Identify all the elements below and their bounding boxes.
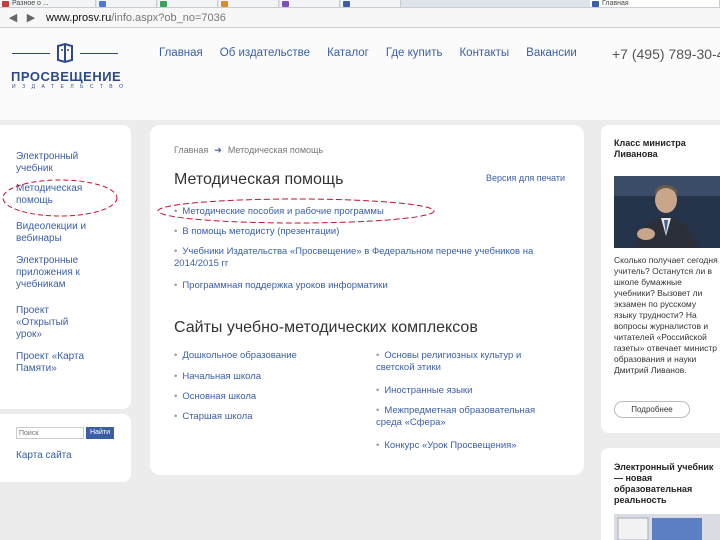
list-item[interactable]: • Основы религиозных культур и светской э… bbox=[376, 350, 556, 374]
nav-catalog[interactable]: Каталог bbox=[327, 47, 369, 59]
list-item[interactable]: • Методические пособия и рабочие программ… bbox=[174, 206, 384, 218]
news-title-2[interactable]: Электронный учебник — новая образователь… bbox=[614, 462, 720, 506]
sidebar-item-e-textbook[interactable]: Электронный учебник bbox=[16, 151, 86, 175]
tab-favicon-icon bbox=[343, 1, 350, 7]
news-title[interactable]: Класс министра Ливанова bbox=[614, 138, 720, 160]
sitemap-link[interactable]: Карта сайта bbox=[16, 450, 72, 461]
bullet-icon: • bbox=[174, 371, 178, 382]
sidebar-item-open-lesson[interactable]: Проект «Открытый урок» bbox=[16, 305, 96, 341]
bullet-icon: • bbox=[174, 206, 178, 217]
nav-contacts[interactable]: Контакты bbox=[459, 47, 509, 59]
e-textbook-preview-icon bbox=[617, 517, 702, 540]
top-navigation: Главная Об издательстве Каталог Где купи… bbox=[159, 47, 594, 59]
list-item[interactable]: • Начальная школа bbox=[174, 371, 261, 383]
forward-arrow-icon[interactable]: ▶ bbox=[24, 11, 38, 25]
minister-photo[interactable] bbox=[614, 176, 720, 248]
logo-name[interactable]: ПРОСВЕЩЕНИЕ bbox=[11, 69, 121, 84]
url-field[interactable]: www.prosv.ru/info.aspx?ob_no=7036 bbox=[46, 11, 226, 25]
browser-tab[interactable] bbox=[280, 0, 340, 7]
phone-number: +7 (495) 789-30-4 bbox=[612, 46, 720, 62]
nav-where-to-buy[interactable]: Где купить bbox=[386, 47, 443, 59]
news-text: Сколько получает сегодня учитель? Остану… bbox=[614, 255, 718, 375]
browser-tab-strip: Разное о ... Главная bbox=[0, 0, 720, 8]
right-sidebar: Класс министра Ливанова Сколько получает… bbox=[601, 125, 720, 433]
browser-tab[interactable]: Разное о ... bbox=[0, 0, 96, 7]
breadcrumb: Главная ➔ Методическая помощь bbox=[174, 145, 323, 156]
minister-portrait-icon bbox=[614, 176, 720, 248]
more-button[interactable]: Подробнее bbox=[614, 401, 690, 418]
sidebar-item-methodical-help[interactable]: Методическая помощь bbox=[16, 183, 106, 207]
tab-favicon-icon bbox=[592, 1, 599, 7]
browser-tab[interactable] bbox=[219, 0, 279, 7]
bullet-icon: • bbox=[174, 246, 178, 257]
browser-tab[interactable] bbox=[341, 0, 401, 7]
breadcrumb-current: Методическая помощь bbox=[227, 145, 324, 155]
list-item[interactable]: • В помощь методисту (презентации) bbox=[174, 226, 339, 238]
logo-line-left bbox=[12, 53, 50, 54]
list-item[interactable]: • Старшая школа bbox=[174, 411, 252, 423]
bullet-icon: • bbox=[376, 405, 380, 416]
tab-favicon-icon bbox=[221, 1, 228, 7]
sidebar-item-memory-map[interactable]: Проект «Карта Памяти» bbox=[16, 351, 96, 375]
logo-subtitle: ИЗДАТЕЛЬСТВО bbox=[12, 84, 130, 90]
tab-favicon-icon bbox=[160, 1, 167, 7]
bullet-icon: • bbox=[174, 391, 178, 402]
print-version-link[interactable]: Версия для печати bbox=[486, 173, 565, 183]
sidebar-item-e-supplements[interactable]: Электронные приложения к учебникам bbox=[16, 255, 106, 291]
page-title: Методическая помощь bbox=[174, 171, 344, 188]
bullet-icon: • bbox=[174, 411, 178, 422]
search-input[interactable] bbox=[16, 427, 84, 439]
browser-tab[interactable] bbox=[97, 0, 157, 7]
bullet-icon: • bbox=[174, 226, 178, 237]
list-item[interactable]: • Дошкольное образование bbox=[174, 350, 297, 362]
bullet-icon: • bbox=[174, 350, 178, 361]
right-sidebar-block-2: Электронный учебник — новая образователь… bbox=[601, 448, 720, 540]
logo-line-right bbox=[80, 53, 118, 54]
list-item[interactable]: • Конкурс «Урок Просвещения» bbox=[376, 440, 517, 452]
browser-tab[interactable] bbox=[158, 0, 218, 7]
left-sidebar: Электронный учебник Методическая помощь … bbox=[0, 125, 131, 409]
sidebar-search: Найти Карта сайта bbox=[0, 414, 131, 482]
prosveshchenie-logo-icon[interactable] bbox=[54, 42, 76, 64]
main-content: Главная ➔ Методическая помощь Методическая… bbox=[150, 125, 584, 475]
nav-about[interactable]: Об издательстве bbox=[220, 47, 310, 59]
browser-tab-active[interactable]: Главная bbox=[590, 0, 720, 7]
list-item[interactable]: • Основная школа bbox=[174, 391, 256, 403]
nav-home[interactable]: Главная bbox=[159, 47, 203, 59]
tab-favicon-icon bbox=[282, 1, 289, 7]
section-title: Сайты учебно-методических комплексов bbox=[174, 319, 478, 336]
site-header: ПРОСВЕЩЕНИЕ ИЗДАТЕЛЬСТВО Главная Об изда… bbox=[0, 28, 720, 120]
breadcrumb-arrow-icon: ➔ bbox=[214, 145, 222, 155]
breadcrumb-home[interactable]: Главная bbox=[174, 145, 208, 155]
nav-vacancies[interactable]: Вакансии bbox=[526, 47, 577, 59]
list-item[interactable]: • Иностранные языки bbox=[376, 385, 472, 397]
sidebar-item-video-lectures[interactable]: Видеолекции и вебинары bbox=[16, 221, 116, 245]
list-item[interactable]: • Учебники Издательства «Просвещение» в Ф… bbox=[174, 246, 544, 270]
bullet-icon: • bbox=[174, 280, 178, 291]
e-textbook-thumbnail[interactable] bbox=[614, 514, 720, 540]
address-bar: ◀ ▶ www.prosv.ru/info.aspx?ob_no=7036 bbox=[0, 8, 720, 28]
tab-favicon-icon bbox=[99, 1, 106, 7]
search-button[interactable]: Найти bbox=[86, 427, 114, 439]
tab-favicon-icon bbox=[2, 1, 9, 7]
bullet-icon: • bbox=[376, 385, 380, 396]
bullet-icon: • bbox=[376, 440, 380, 451]
bullet-icon: • bbox=[376, 350, 380, 361]
back-arrow-icon[interactable]: ◀ bbox=[6, 11, 20, 25]
list-item[interactable]: • Программная поддержка уроков информатик… bbox=[174, 280, 388, 292]
list-item[interactable]: • Межпредметная образовательная среда «Сф… bbox=[376, 405, 556, 429]
